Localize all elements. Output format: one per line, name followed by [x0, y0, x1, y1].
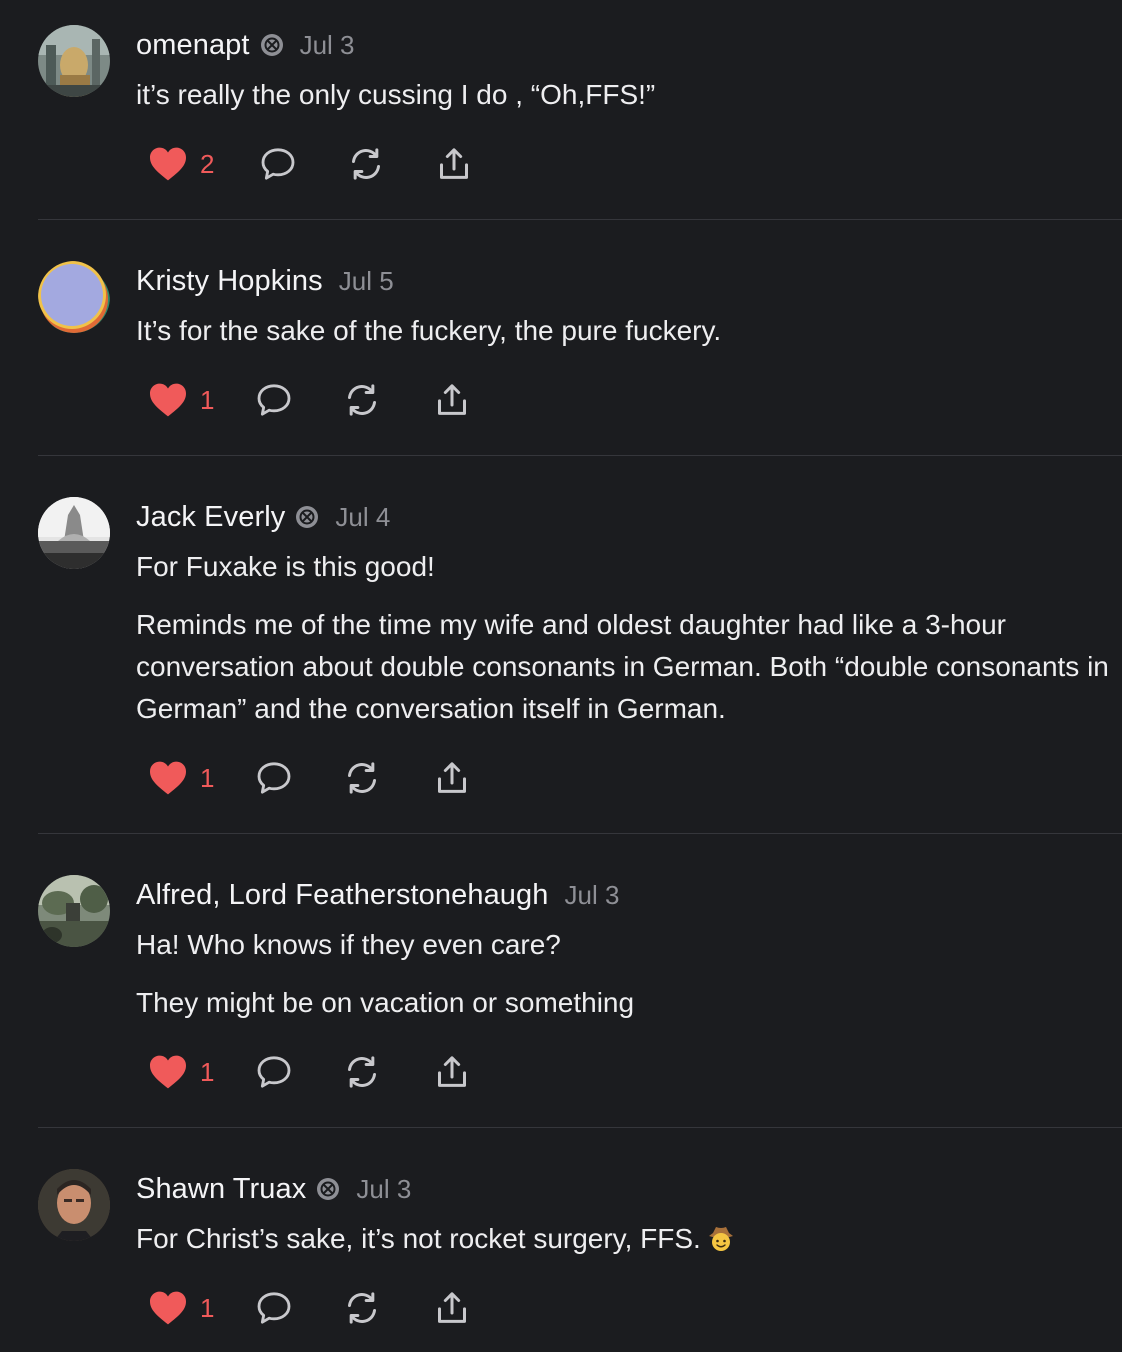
- comment-header: Shawn Truax Jul 3: [136, 1169, 411, 1209]
- like-count: 1: [200, 1056, 215, 1087]
- restack-button[interactable]: [342, 756, 382, 800]
- restack-button[interactable]: [342, 1286, 382, 1330]
- comment-header: omenapt Jul 3: [136, 25, 354, 65]
- author-name[interactable]: Jack Everly: [136, 501, 285, 534]
- comment-date[interactable]: Jul 5: [339, 266, 394, 297]
- comment-bubble-icon: [257, 1292, 291, 1324]
- restack-icon: [348, 762, 376, 794]
- comment-date[interactable]: Jul 3: [300, 30, 355, 61]
- restack-button[interactable]: [342, 378, 382, 422]
- restack-button[interactable]: [342, 1050, 382, 1094]
- reply-button[interactable]: [254, 1050, 294, 1094]
- divider: [38, 833, 1122, 834]
- heart-icon: [150, 761, 186, 795]
- comment-text: It’s for the sake of the fuckery, the pu…: [136, 315, 722, 346]
- share-button[interactable]: [432, 378, 472, 422]
- comment-date[interactable]: Jul 4: [335, 502, 390, 533]
- share-button[interactable]: [434, 142, 474, 186]
- share-icon: [438, 384, 466, 415]
- author-name[interactable]: omenapt: [136, 29, 250, 62]
- comment-header: Alfred, Lord Featherstonehaugh Jul 3: [136, 875, 619, 915]
- like-button[interactable]: 1: [148, 378, 214, 422]
- like-count: 2: [200, 148, 215, 179]
- divider: [38, 219, 1122, 220]
- like-count: 1: [200, 762, 215, 793]
- comment-text: it’s really the only cussing I do , “Oh,…: [136, 79, 656, 110]
- share-icon: [438, 762, 466, 793]
- comment-bubble-icon: [261, 148, 295, 180]
- comment-header: Jack Everly Jul 4: [136, 497, 390, 537]
- like-button[interactable]: 1: [148, 1286, 214, 1330]
- avatar[interactable]: [38, 261, 110, 333]
- comment-bubble-icon: [257, 762, 291, 794]
- share-button[interactable]: [432, 1286, 472, 1330]
- comment-bubble-icon: [257, 384, 291, 416]
- share-button[interactable]: [432, 1050, 472, 1094]
- share-button[interactable]: [432, 756, 472, 800]
- share-icon: [438, 1056, 466, 1087]
- restack-icon: [348, 1292, 376, 1324]
- avatar[interactable]: [38, 875, 110, 947]
- restack-button[interactable]: [346, 142, 386, 186]
- like-button[interactable]: 2: [148, 142, 214, 186]
- cowboy-face-icon: [707, 1222, 735, 1264]
- comment-bubble-icon: [257, 1056, 291, 1088]
- comment-date[interactable]: Jul 3: [565, 880, 620, 911]
- share-icon: [438, 1292, 466, 1323]
- author-name[interactable]: Shawn Truax: [136, 1173, 306, 1206]
- comment-text: Ha! Who knows if they even care?: [136, 929, 561, 960]
- avatar[interactable]: [38, 497, 110, 569]
- heart-icon: [150, 383, 186, 417]
- heart-icon: [150, 147, 186, 181]
- avatar[interactable]: [38, 1169, 110, 1241]
- like-count: 1: [200, 384, 215, 415]
- comment-text: They might be on vacation or something: [136, 987, 635, 1018]
- divider: [38, 455, 1122, 456]
- comment-text: Reminds me of the time my wife and oldes…: [136, 609, 1109, 724]
- like-button[interactable]: 1: [148, 1050, 214, 1094]
- heart-icon: [150, 1055, 186, 1089]
- like-button[interactable]: 1: [148, 756, 214, 800]
- restack-icon: [352, 148, 380, 180]
- comment-text: For Fuxake is this good!: [136, 551, 435, 582]
- author-name[interactable]: Kristy Hopkins: [136, 265, 323, 298]
- subscriber-badge-icon: [295, 505, 319, 529]
- comment-text-wrapper: For Christ’s sake, it’s not rocket surge…: [136, 1218, 1116, 1264]
- restack-icon: [348, 384, 376, 416]
- heart-icon: [150, 1291, 186, 1325]
- reply-button[interactable]: [258, 142, 298, 186]
- like-count: 1: [200, 1292, 215, 1323]
- divider: [38, 1127, 1122, 1128]
- reply-button[interactable]: [254, 378, 294, 422]
- share-icon: [440, 148, 468, 179]
- subscriber-badge-icon: [316, 1177, 340, 1201]
- restack-icon: [348, 1056, 376, 1088]
- subscriber-badge-icon: [260, 33, 284, 57]
- comment-text: For Christ’s sake, it’s not rocket surge…: [136, 1223, 701, 1254]
- reply-button[interactable]: [254, 1286, 294, 1330]
- author-name[interactable]: Alfred, Lord Featherstonehaugh: [136, 879, 549, 912]
- comment-date[interactable]: Jul 3: [356, 1174, 411, 1205]
- reply-button[interactable]: [254, 756, 294, 800]
- comment-header: Kristy Hopkins Jul 5: [136, 261, 394, 301]
- avatar[interactable]: [38, 25, 110, 97]
